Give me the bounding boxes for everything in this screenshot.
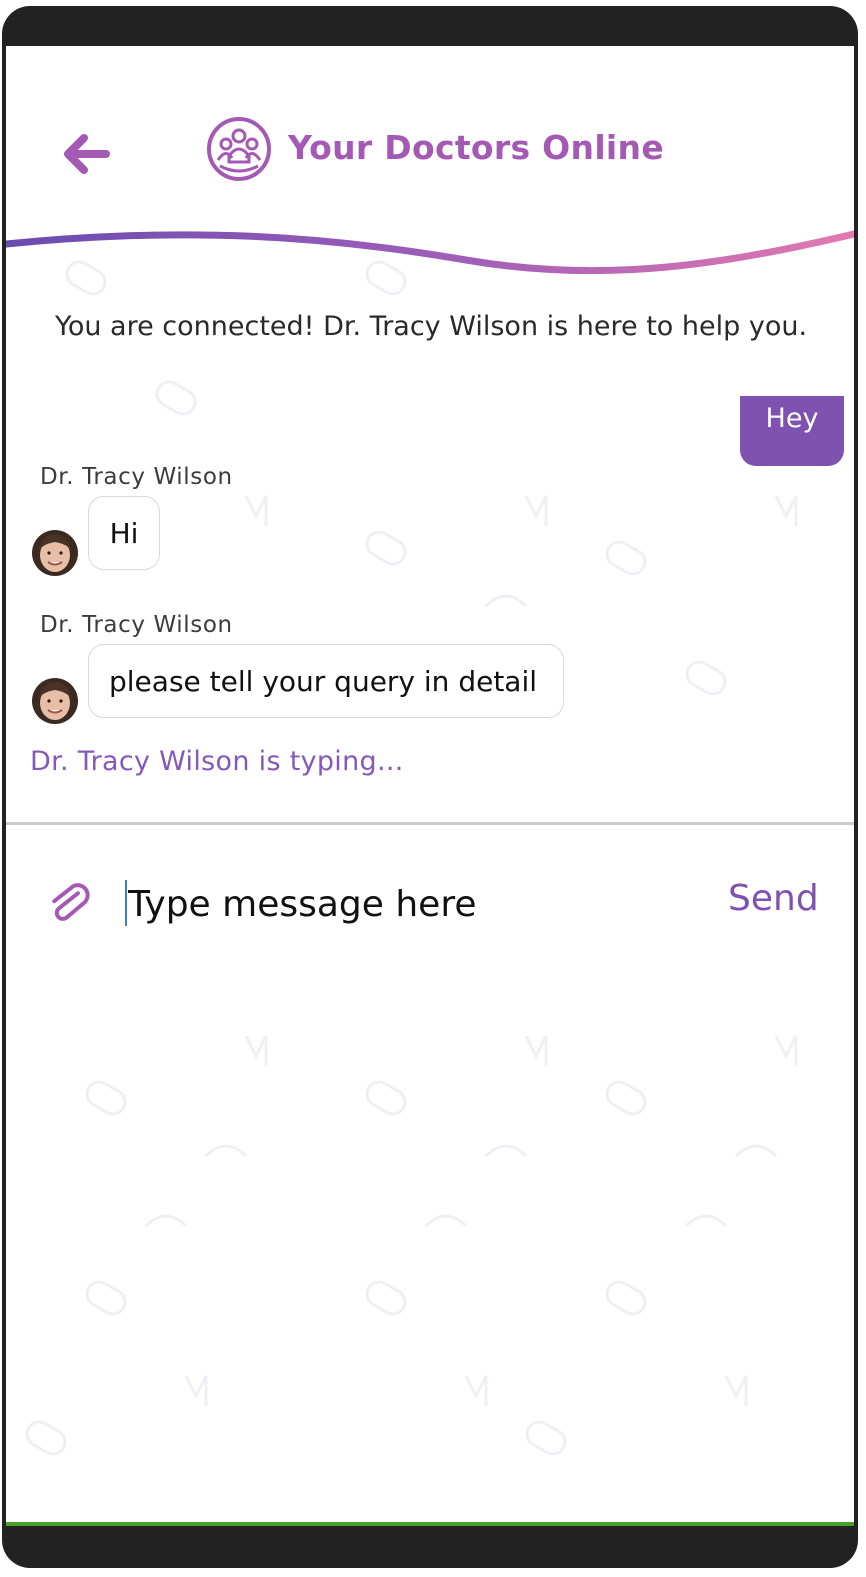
send-button[interactable]: Send <box>728 878 819 919</box>
app-header: Your Doctors Online <box>6 46 854 276</box>
message-input[interactable] <box>124 876 708 932</box>
header-wave-divider <box>6 230 854 275</box>
bottom-accent-line <box>6 1522 854 1526</box>
back-button[interactable] <box>56 128 116 180</box>
avatar <box>32 530 78 576</box>
app-title: Your Doctors Online <box>288 128 665 167</box>
outgoing-message-bubble: Hey <box>740 396 844 466</box>
arrow-left-icon <box>64 134 110 174</box>
chat-screen: Your Doctors Online You are connected! D… <box>6 46 854 1526</box>
message-text: Hey <box>765 403 819 434</box>
message-text: Hi <box>109 516 139 550</box>
text-caret <box>125 880 127 926</box>
sender-name: Dr. Tracy Wilson <box>40 464 233 490</box>
message-text: please tell your query in detail <box>109 664 538 698</box>
sender-name: Dr. Tracy Wilson <box>40 612 233 638</box>
typing-indicator: Dr. Tracy Wilson is typing... <box>30 746 404 777</box>
avatar <box>32 678 78 724</box>
incoming-message-bubble: please tell your query in detail <box>88 644 564 718</box>
paperclip-icon <box>52 883 90 921</box>
doctors-group-icon <box>207 117 271 181</box>
connected-notice: You are connected! Dr. Tracy Wilson is h… <box>54 311 808 342</box>
incoming-message-bubble: Hi <box>88 496 160 570</box>
attach-button[interactable] <box>46 880 94 928</box>
composer-divider <box>6 822 854 825</box>
phone-frame: Your Doctors Online You are connected! D… <box>2 6 858 1568</box>
